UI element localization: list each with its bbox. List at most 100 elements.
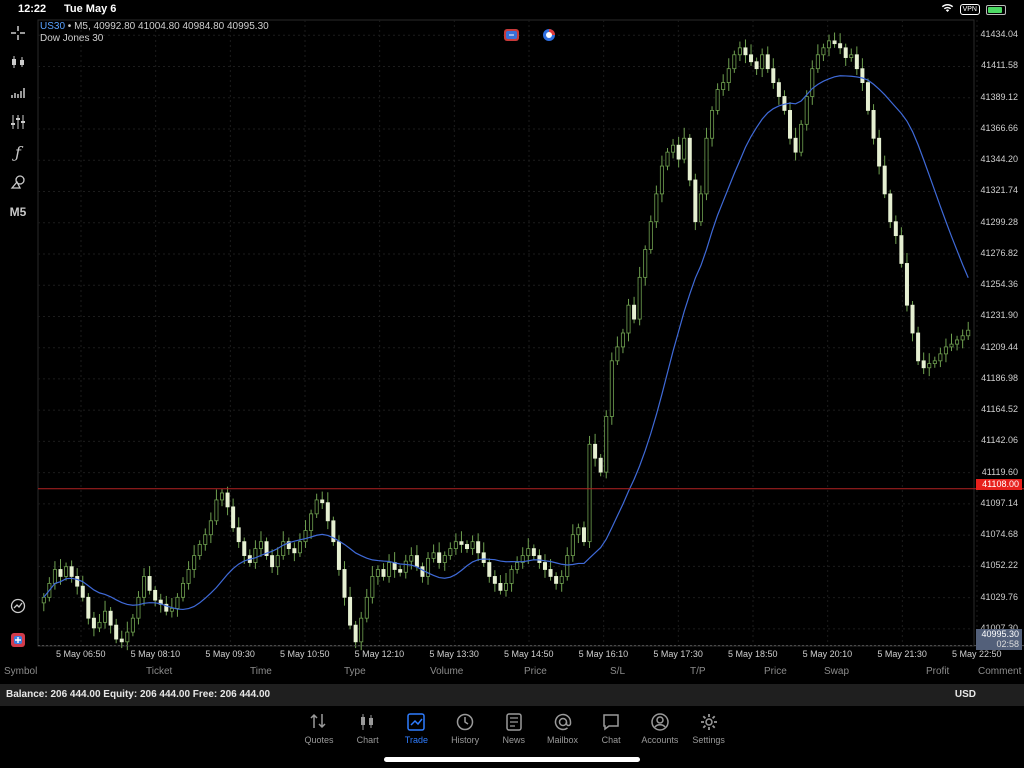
candle-body [381, 569, 386, 577]
column-header[interactable]: T/P [690, 666, 706, 677]
tab-trade[interactable]: Trade [392, 712, 440, 745]
candle-body [353, 624, 358, 643]
tab-chart[interactable]: Chart [344, 712, 392, 745]
candle-body [554, 576, 559, 584]
column-header[interactable]: Type [344, 666, 366, 677]
time-tick-label: 5 May 22:50 [952, 649, 1002, 659]
candle-body [219, 492, 224, 501]
candle-body [765, 54, 770, 70]
candle-body [832, 40, 837, 45]
timer-icon[interactable] [541, 29, 556, 41]
candle-body [910, 304, 915, 334]
tab-news[interactable]: News [490, 712, 538, 745]
candle-body [465, 544, 470, 550]
candle-body [420, 566, 425, 577]
candle-body [492, 576, 497, 584]
candle-body [526, 548, 531, 556]
candle-body [86, 596, 91, 619]
trade-signal-icon[interactable] [6, 595, 30, 617]
tab-settings[interactable]: Settings [685, 712, 733, 745]
candle-body [375, 569, 380, 577]
column-header[interactable]: S/L [610, 666, 625, 677]
column-header[interactable]: Volume [430, 666, 463, 677]
tab-quotes[interactable]: Quotes [295, 712, 343, 745]
candle-body [208, 520, 213, 536]
status-bar: 12:22 Tue May 6 VPN [0, 0, 1024, 18]
candle-body [515, 562, 520, 570]
price-tick-label: 41344.20 [980, 154, 1018, 165]
indicators-icon[interactable] [6, 81, 30, 103]
chart-type-icon[interactable] [6, 51, 30, 73]
crosshair-icon[interactable] [6, 22, 30, 44]
candle-body [955, 339, 960, 345]
balance-bar: Balance: 206 444.00 Equity: 206 444.00 F… [0, 684, 1024, 706]
tab-chat[interactable]: Chat [587, 712, 635, 745]
column-header[interactable]: Price [524, 666, 547, 677]
price-chart[interactable]: US30 • M5, 40992.80 41004.80 40984.80 40… [36, 18, 1024, 663]
accounts-icon [636, 712, 684, 732]
candle-body [559, 576, 564, 584]
objects-icon[interactable] [6, 171, 30, 193]
candle-body [921, 360, 926, 369]
price-tick-label: 41164.52 [981, 404, 1018, 415]
candle-body [882, 165, 887, 195]
tab-label: History [451, 735, 480, 745]
settings-sliders-icon[interactable] [6, 111, 30, 133]
candle-body [387, 562, 392, 577]
candle-body [270, 555, 275, 568]
column-header[interactable]: Swap [824, 666, 849, 677]
chart-toolbar: ƒ M5 [0, 20, 36, 660]
candle-body [604, 416, 609, 473]
column-header[interactable]: Time [250, 666, 272, 677]
candle-body [721, 82, 726, 90]
timeframe-button[interactable]: M5 [6, 201, 30, 223]
buy-sell-icon[interactable] [504, 29, 519, 41]
candle-body [114, 624, 119, 640]
candle-body [771, 68, 776, 83]
candle-body [860, 68, 865, 83]
candle-body [231, 506, 236, 529]
candle-body [637, 276, 642, 320]
candle-body [899, 235, 904, 264]
status-time: 12:22 [18, 3, 47, 15]
candle-body [409, 555, 414, 562]
function-icon[interactable]: ƒ [6, 141, 30, 163]
candle-body [476, 541, 481, 554]
column-header[interactable]: Price [764, 666, 787, 677]
price-tick-label: 41321.74 [980, 185, 1018, 196]
tab-mailbox[interactable]: Mailbox [539, 712, 587, 745]
tab-accounts[interactable]: Accounts [636, 712, 684, 745]
candle-body [754, 61, 759, 70]
candle-body [893, 221, 898, 237]
candle-body [370, 576, 375, 598]
column-header[interactable]: Profit [926, 666, 949, 677]
chart-canvas[interactable] [36, 18, 1024, 663]
column-header[interactable]: Symbol [4, 666, 37, 677]
candle-body [804, 96, 809, 125]
tab-label: Accounts [641, 735, 679, 745]
candle-body [871, 110, 876, 139]
candle-body [676, 144, 681, 160]
candle-body [843, 47, 848, 58]
column-header[interactable]: Ticket [146, 666, 172, 677]
price-tick-label: 41299.28 [980, 216, 1018, 227]
candle-body [687, 137, 692, 181]
status-date: Tue May 6 [64, 3, 117, 15]
tab-label: Trade [404, 735, 428, 745]
candle-body [732, 54, 737, 70]
price-tick-label: 41411.58 [981, 60, 1018, 71]
candle-body [565, 555, 570, 577]
vpn-badge: VPN [959, 4, 980, 15]
candle-body [80, 585, 85, 598]
one-click-trading-icon[interactable] [6, 629, 30, 651]
tab-history[interactable]: History [441, 712, 489, 745]
candle-body [737, 47, 742, 56]
column-header[interactable]: Comment [978, 666, 1021, 677]
price-tick-label: 41074.68 [980, 529, 1018, 540]
tab-label: Chat [601, 735, 621, 745]
time-tick-label: 5 May 13:30 [429, 649, 479, 659]
candle-body [548, 569, 553, 577]
candle-body [119, 638, 124, 643]
candle-body [904, 263, 909, 306]
time-tick-label: 5 May 06:50 [56, 649, 106, 659]
